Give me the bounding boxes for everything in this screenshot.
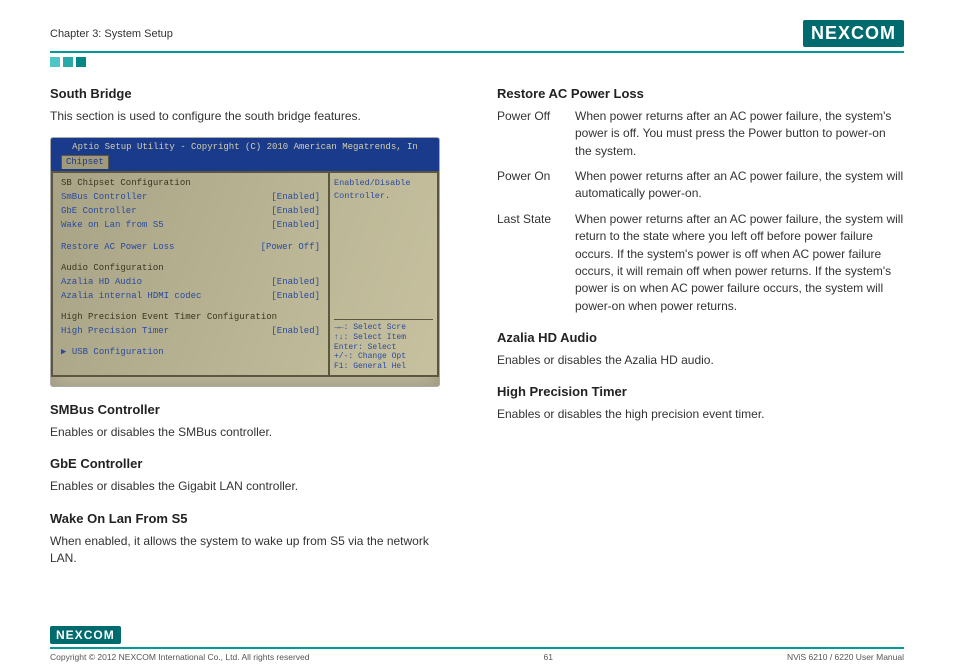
restore-term-laststate: Last State (497, 211, 567, 315)
left-column: South Bridge This section is used to con… (50, 85, 457, 567)
azalia-heading: Azalia HD Audio (497, 329, 904, 348)
bios-row-wol: Wake on Lan from S5[Enabled] (61, 219, 320, 232)
page-footer: NEXCOM Copyright © 2012 NEXCOM Internati… (50, 626, 904, 662)
wol-heading: Wake On Lan From S5 (50, 510, 457, 529)
footer-rule (50, 647, 904, 649)
decorative-squares (50, 57, 904, 67)
restore-desc-poweroff: When power returns after an AC power fai… (575, 108, 904, 160)
restore-heading: Restore AC Power Loss (497, 85, 904, 104)
bios-row-restore: Restore AC Power Loss[Power Off] (61, 241, 320, 254)
bios-row-hdmi: Azalia internal HDMI codec[Enabled] (61, 290, 320, 303)
restore-desc-laststate: When power returns after an AC power fai… (575, 211, 904, 315)
header-rule (50, 51, 904, 53)
bios-row-gbe: GbE Controller[Enabled] (61, 205, 320, 218)
bios-title: Aptio Setup Utility - Copyright (C) 2010… (51, 138, 439, 155)
bios-row-azalia: Azalia HD Audio[Enabled] (61, 276, 320, 289)
south-bridge-desc: This section is used to configure the so… (50, 108, 457, 125)
azalia-desc: Enables or disables the Azalia HD audio. (497, 352, 904, 369)
bios-screenshot: Aptio Setup Utility - Copyright (C) 2010… (50, 137, 440, 387)
bios-row-smbus: SmBus Controller[Enabled] (61, 191, 320, 204)
nexcom-logo: NEXCOM (803, 20, 904, 47)
right-column: Restore AC Power Loss Power Off When pow… (497, 85, 904, 567)
bios-left-panel: SB Chipset Configuration SmBus Controlle… (51, 171, 329, 377)
hpet-heading: High Precision Timer (497, 383, 904, 402)
wol-desc: When enabled, it allows the system to wa… (50, 533, 457, 568)
bios-section-sb: SB Chipset Configuration (61, 177, 320, 190)
bios-section-hpet: High Precision Event Timer Configuration (61, 311, 320, 324)
south-bridge-heading: South Bridge (50, 85, 457, 104)
restore-desc-poweron: When power returns after an AC power fai… (575, 168, 904, 203)
nexcom-logo-footer: NEXCOM (50, 626, 121, 644)
restore-term-poweroff: Power Off (497, 108, 567, 160)
bios-section-audio: Audio Configuration (61, 262, 320, 275)
restore-term-poweron: Power On (497, 168, 567, 203)
chapter-label: Chapter 3: System Setup (50, 28, 173, 40)
footer-manual: NViS 6210 / 6220 User Manual (787, 652, 904, 662)
bios-tab-chipset: Chipset (61, 155, 109, 169)
footer-copyright: Copyright © 2012 NEXCOM International Co… (50, 652, 310, 662)
bios-right-panel: Enabled/Disable Controller. →←: Select S… (329, 171, 439, 377)
bios-row-hpet: High Precision Timer[Enabled] (61, 325, 320, 338)
footer-page-number: 61 (544, 652, 553, 662)
bios-help-keys: →←: Select Scre ↑↓: Select Item Enter: S… (334, 319, 433, 371)
bios-tab-row: Chipset (51, 155, 439, 171)
gbe-heading: GbE Controller (50, 455, 457, 474)
smbus-desc: Enables or disables the SMBus controller… (50, 424, 457, 441)
bios-usb-config: ▶ USB Configuration (61, 346, 320, 359)
page-header: Chapter 3: System Setup NEXCOM (50, 20, 904, 47)
hpet-desc: Enables or disables the high precision e… (497, 406, 904, 423)
gbe-desc: Enables or disables the Gigabit LAN cont… (50, 478, 457, 495)
smbus-heading: SMBus Controller (50, 401, 457, 420)
bios-help-desc: Enabled/Disable Controller. (334, 177, 433, 202)
restore-definitions: Power Off When power returns after an AC… (497, 108, 904, 315)
